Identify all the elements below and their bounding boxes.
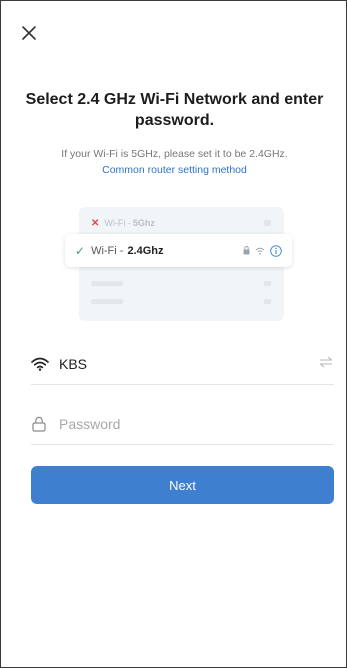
wifi-icon (31, 357, 49, 371)
illustration-row-24ghz: ✓ Wi-Fi - 2.4Ghz (65, 234, 292, 267)
wifi-small-icon (255, 247, 265, 255)
placeholder-bar (264, 281, 271, 286)
placeholder-bar (264, 299, 271, 304)
band-hint: If your Wi-Fi is 5GHz, please set it to … (61, 148, 288, 160)
lock-icon (32, 416, 46, 432)
password-input[interactable] (57, 415, 281, 433)
network-ssid: KBS (59, 356, 88, 372)
page-title: Select 2.4 GHz Wi-Fi Network and enter p… (25, 91, 324, 129)
switch-network-button[interactable] (318, 355, 334, 373)
placeholder-bar (91, 299, 123, 304)
lock-small-icon (243, 246, 250, 255)
row-5ghz-prefix: Wi-Fi - (104, 218, 131, 228)
next-button[interactable]: Next (31, 466, 334, 504)
row-5ghz-band: 5Ghz (132, 218, 155, 228)
placeholder-row (91, 299, 271, 305)
password-field[interactable] (31, 404, 334, 445)
placeholder-row (91, 281, 271, 287)
check-icon: ✓ (75, 243, 86, 258)
row-24ghz-icons (243, 244, 282, 257)
x-icon: ✕ (91, 217, 100, 229)
swap-icon (320, 356, 332, 368)
placeholder-bar (264, 220, 271, 226)
next-button-label: Next (169, 477, 196, 493)
router-setting-link[interactable]: Common router setting method (11, 163, 338, 177)
placeholder-bar (91, 281, 123, 286)
info-icon (270, 244, 282, 257)
row-24ghz-prefix: Wi-Fi - (91, 244, 124, 257)
illustration-row-5ghz: ✕ Wi-Fi - 5Ghz (91, 216, 271, 230)
close-icon (22, 26, 36, 40)
app-screen: Select 2.4 GHz Wi-Fi Network and enter p… (0, 0, 347, 668)
network-field[interactable]: KBS (31, 344, 334, 385)
close-button[interactable] (19, 23, 39, 43)
wifi-band-illustration: ✕ Wi-Fi - 5Ghz ✓ Wi-Fi - 2.4Ghz (65, 207, 292, 321)
row-24ghz-band: 2.4Ghz (127, 244, 164, 257)
